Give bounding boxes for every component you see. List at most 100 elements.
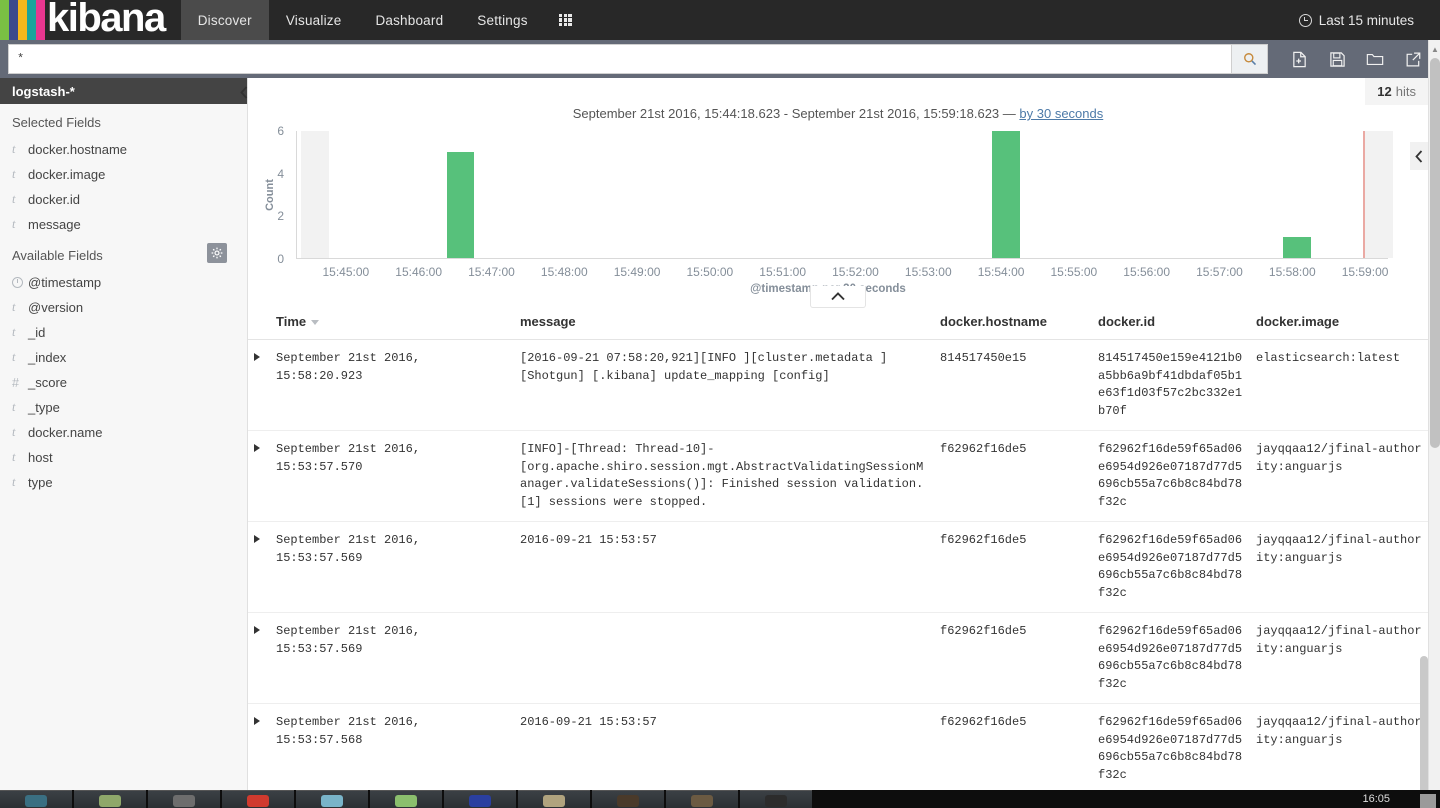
- field-item-type[interactable]: t type: [0, 470, 247, 495]
- field-item-dockerid[interactable]: t docker.id: [0, 187, 247, 212]
- field-name-label: host: [28, 450, 53, 465]
- dock-item-5[interactable]: [370, 790, 442, 808]
- cell-docker-image: jayqqaa12/jfinal-authority:anguarjs: [1250, 703, 1428, 795]
- search-input[interactable]: [8, 44, 1231, 74]
- field-item-type[interactable]: t _type: [0, 395, 247, 420]
- table-scrollbar-thumb[interactable]: [1420, 656, 1428, 808]
- hits-count: 12: [1377, 84, 1392, 99]
- chart-interval-link[interactable]: by 30 seconds: [1019, 106, 1103, 121]
- field-name-label: docker.id: [28, 192, 81, 207]
- documents-table-head: Time message docker.hostname docker.id docke…: [248, 306, 1428, 340]
- chart-plot-area[interactable]: [296, 131, 1394, 259]
- table-row[interactable]: September 21st 2016, 15:53:57.569 f62962f…: [248, 612, 1428, 704]
- field-type-string-icon: t: [12, 300, 16, 314]
- column-header-label: docker.hostname: [940, 314, 1047, 329]
- chart-bar-15-47[interactable]: [446, 152, 475, 258]
- documents-table-wrapper: Time message docker.hostname docker.id docke…: [248, 306, 1428, 808]
- dock-item-1[interactable]: [74, 790, 146, 808]
- column-header-docker-hostname[interactable]: docker.hostname: [934, 306, 1092, 340]
- chart-collapse-button[interactable]: [810, 286, 866, 308]
- share-search-icon[interactable]: [1394, 44, 1432, 74]
- field-name-label: _type: [28, 400, 60, 415]
- dock-item-6[interactable]: [444, 790, 516, 808]
- column-header-docker-image[interactable]: docker.image: [1250, 306, 1428, 340]
- table-row[interactable]: September 21st 2016, 15:58:20.923 [2016-0…: [248, 339, 1428, 431]
- sort-caret-down-icon[interactable]: [311, 320, 320, 326]
- row-expand-button[interactable]: [248, 612, 270, 704]
- query-bar: [0, 40, 1440, 78]
- field-item-index[interactable]: t _index: [0, 345, 247, 370]
- open-search-icon[interactable]: [1356, 44, 1394, 74]
- table-row[interactable]: September 21st 2016, 15:53:57.568 2016-09…: [248, 703, 1428, 795]
- field-item-id[interactable]: t _id: [0, 320, 247, 345]
- sidebar-collapse-button[interactable]: [236, 78, 252, 106]
- chart-right-collapse-button[interactable]: [1410, 142, 1428, 170]
- field-item-host[interactable]: t host: [0, 445, 247, 470]
- table-row[interactable]: September 21st 2016, 15:53:57.570 [INFO]-…: [248, 430, 1428, 522]
- cell-docker-hostname: f62962f16de5: [934, 703, 1092, 795]
- chart-x-tick: 15:48:00: [540, 265, 588, 279]
- field-item-message[interactable]: t message: [0, 212, 247, 237]
- search-button[interactable]: [1231, 44, 1268, 74]
- field-type-string-icon: t: [12, 192, 16, 206]
- page-scrollbar-thumb[interactable]: [1430, 58, 1440, 448]
- dock-item-0[interactable]: [0, 790, 72, 808]
- chart-y-tick: 2: [277, 209, 284, 224]
- dock-item-3[interactable]: [222, 790, 294, 808]
- dock-item-2[interactable]: [148, 790, 220, 808]
- dock-item-7[interactable]: [518, 790, 590, 808]
- field-type-string-icon: t: [12, 325, 16, 339]
- nav-item-settings[interactable]: Settings: [460, 0, 544, 40]
- nav-item-dashboard[interactable]: Dashboard: [358, 0, 460, 40]
- table-row[interactable]: September 21st 2016, 15:53:57.569 2016-09…: [248, 521, 1428, 613]
- field-item-timestamp[interactable]: @timestamp: [0, 270, 247, 295]
- nav-item-discover[interactable]: Discover: [180, 0, 269, 47]
- index-pattern-selector[interactable]: logstash-*: [0, 78, 247, 104]
- chart-time-range: September 21st 2016, 15:44:18.623 - Sept…: [572, 106, 1000, 121]
- column-header-time[interactable]: Time: [270, 306, 514, 340]
- field-item-score[interactable]: # _score: [0, 370, 247, 395]
- save-search-icon[interactable]: [1318, 44, 1356, 74]
- selected-fields-label: Selected Fields: [12, 115, 101, 130]
- dock-item-9[interactable]: [666, 790, 738, 808]
- gear-icon[interactable]: [207, 243, 227, 263]
- field-name-label: message: [28, 217, 81, 232]
- dock-item-10[interactable]: [740, 790, 812, 808]
- grid-apps-icon[interactable]: [545, 0, 586, 40]
- available-fields-heading: Available Fields: [0, 237, 247, 270]
- field-item-dockername[interactable]: t docker.name: [0, 420, 247, 445]
- cell-time: September 21st 2016, 15:53:57.568: [270, 703, 514, 795]
- chart-bar-15-58[interactable]: [1283, 236, 1311, 258]
- field-name-label: _score: [28, 375, 68, 390]
- chart-title: September 21st 2016, 15:44:18.623 - Sept…: [248, 106, 1428, 121]
- cell-docker-image: jayqqaa12/jfinal-authority:anguarjs: [1250, 430, 1428, 522]
- chart-x-tick: 15:51:00: [759, 265, 807, 279]
- column-header-docker-id[interactable]: docker.id: [1092, 306, 1250, 340]
- kibana-logo[interactable]: kibana: [0, 0, 166, 40]
- field-item-dockerhostname[interactable]: t docker.hostname: [0, 137, 247, 162]
- chart-x-tick: 15:58:00: [1268, 265, 1316, 279]
- row-expand-button[interactable]: [248, 521, 270, 613]
- nav-item-visualize[interactable]: Visualize: [269, 0, 359, 40]
- chart-x-tick: 15:55:00: [1050, 265, 1098, 279]
- time-picker-button[interactable]: Last 15 minutes: [1298, 0, 1440, 40]
- chart-bar-partial-leading[interactable]: [301, 131, 329, 258]
- chart-bar-partial-trailing: [1362, 131, 1394, 258]
- dock-item-4[interactable]: [296, 790, 368, 808]
- new-search-icon[interactable]: [1280, 44, 1318, 74]
- column-header-message[interactable]: message: [514, 306, 934, 340]
- cell-time: September 21st 2016, 15:53:57.569: [270, 521, 514, 613]
- chart-x-tick: 15:59:00: [1341, 265, 1389, 279]
- dock-item-8[interactable]: [592, 790, 664, 808]
- os-dock: [0, 790, 814, 808]
- row-expand-button[interactable]: [248, 430, 270, 522]
- scroll-up-arrow[interactable]: ▲: [1429, 42, 1440, 56]
- row-expand-button[interactable]: [248, 703, 270, 795]
- field-item-version[interactable]: t @version: [0, 295, 247, 320]
- query-toolbar: [1280, 44, 1432, 74]
- field-item-dockerimage[interactable]: t docker.image: [0, 162, 247, 187]
- row-expand-button[interactable]: [248, 339, 270, 431]
- page-scrollbar[interactable]: ▲: [1428, 40, 1440, 808]
- dock-item-icon: [321, 795, 343, 807]
- chart-bar-15-53-30[interactable]: [992, 131, 1020, 258]
